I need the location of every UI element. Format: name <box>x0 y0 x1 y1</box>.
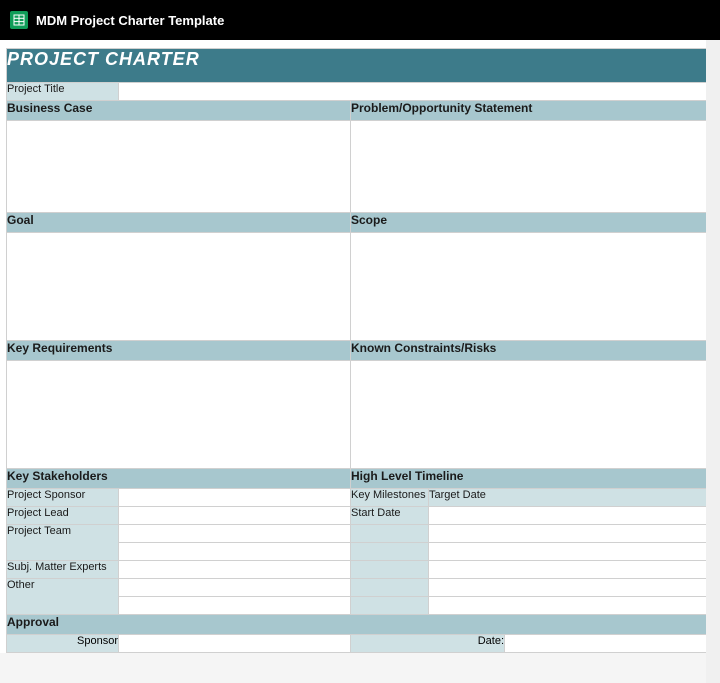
business-case-cell[interactable] <box>7 121 351 213</box>
project-sponsor-label: Project Sponsor <box>7 489 119 507</box>
target-date-label: Target Date <box>429 489 707 507</box>
milestone-label-3[interactable] <box>351 561 429 579</box>
document-title[interactable]: MDM Project Charter Template <box>36 13 224 28</box>
key-requirements-header: Key Requirements <box>7 341 351 361</box>
problem-statement-cell[interactable] <box>351 121 707 213</box>
project-title-value[interactable] <box>119 83 707 101</box>
known-constraints-header: Known Constraints/Risks <box>351 341 707 361</box>
other-label: Other <box>7 579 119 615</box>
problem-statement-header: Problem/Opportunity Statement <box>351 101 707 121</box>
start-date-value[interactable] <box>429 507 707 525</box>
other-value-2[interactable] <box>119 597 351 615</box>
project-lead-value[interactable] <box>119 507 351 525</box>
approval-date-value[interactable] <box>505 635 707 653</box>
project-sponsor-value[interactable] <box>119 489 351 507</box>
milestone-label-4[interactable] <box>351 579 429 597</box>
project-charter-table: PROJECT CHARTER Project Title Business C… <box>6 48 707 653</box>
project-lead-label: Project Lead <box>7 507 119 525</box>
scope-header: Scope <box>351 213 707 233</box>
banner-title: PROJECT CHARTER <box>7 49 707 83</box>
app-topbar: MDM Project Charter Template <box>0 0 720 40</box>
key-stakeholders-header: Key Stakeholders <box>7 469 351 489</box>
start-date-label: Start Date <box>351 507 429 525</box>
google-sheets-icon <box>10 11 28 29</box>
business-case-header: Business Case <box>7 101 351 121</box>
milestone-date-2[interactable] <box>429 543 707 561</box>
project-title-label: Project Title <box>7 83 119 101</box>
milestone-label-5[interactable] <box>351 597 429 615</box>
goal-header: Goal <box>7 213 351 233</box>
vertical-scrollbar[interactable] <box>706 40 720 683</box>
known-constraints-cell[interactable] <box>351 361 707 469</box>
approval-sponsor-label: Sponsor <box>7 635 119 653</box>
approval-date-label: Date: <box>351 635 505 653</box>
approval-header: Approval <box>7 615 707 635</box>
milestone-date-1[interactable] <box>429 525 707 543</box>
milestone-date-4[interactable] <box>429 579 707 597</box>
project-team-value-1[interactable] <box>119 525 351 543</box>
key-milestones-label: Key Milestones <box>351 489 429 507</box>
scope-cell[interactable] <box>351 233 707 341</box>
milestone-label-2[interactable] <box>351 543 429 561</box>
other-value-1[interactable] <box>119 579 351 597</box>
milestone-date-3[interactable] <box>429 561 707 579</box>
milestone-label-1[interactable] <box>351 525 429 543</box>
key-requirements-cell[interactable] <box>7 361 351 469</box>
sme-label: Subj. Matter Experts <box>7 561 119 579</box>
project-team-value-2[interactable] <box>119 543 351 561</box>
goal-cell[interactable] <box>7 233 351 341</box>
sme-value[interactable] <box>119 561 351 579</box>
milestone-date-5[interactable] <box>429 597 707 615</box>
high-level-timeline-header: High Level Timeline <box>351 469 707 489</box>
approval-sponsor-value[interactable] <box>119 635 351 653</box>
project-team-label: Project Team <box>7 525 119 561</box>
sheet-container: PROJECT CHARTER Project Title Business C… <box>0 40 720 653</box>
